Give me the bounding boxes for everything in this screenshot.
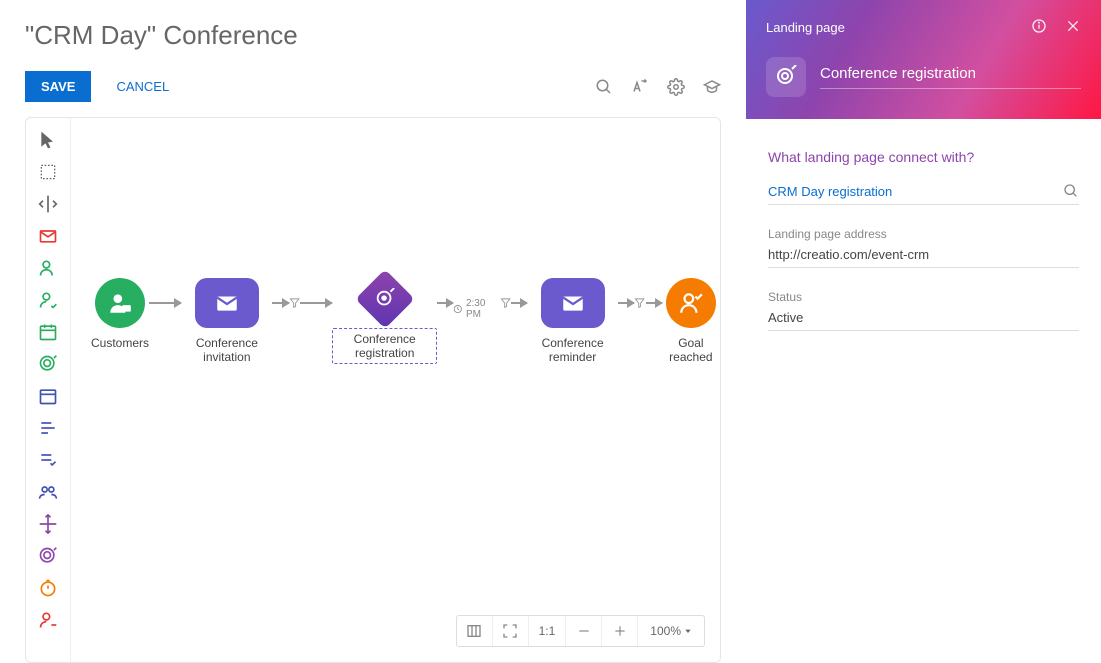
zoom-out-icon[interactable]: [566, 616, 602, 646]
align-tool-icon[interactable]: [38, 194, 58, 214]
node-conference-reminder[interactable]: Conference reminder: [527, 278, 618, 364]
zoom-ratio[interactable]: 1:1: [529, 616, 567, 646]
node-goal-reached[interactable]: Goal reached: [662, 278, 720, 364]
cancel-button[interactable]: CANCEL: [116, 79, 169, 94]
status-value[interactable]: Active: [768, 310, 1079, 325]
columns-view-icon[interactable]: [457, 616, 493, 646]
filter-icon[interactable]: [289, 296, 300, 310]
connector: [149, 302, 181, 304]
connector: [272, 302, 288, 304]
filter-icon[interactable]: [500, 296, 511, 310]
panel-type-label: Landing page: [766, 20, 845, 35]
zoom-in-icon[interactable]: [602, 616, 638, 646]
connector: [300, 302, 332, 304]
move-tool-icon[interactable]: [38, 514, 58, 534]
node-label-selected[interactable]: Conference registration: [332, 328, 437, 364]
timer-tool-icon[interactable]: [38, 578, 58, 598]
zoom-value[interactable]: 100%: [638, 624, 704, 638]
address-value[interactable]: http://creatio.com/event-crm: [768, 247, 1079, 262]
status-label: Status: [768, 290, 1079, 304]
landing-page-lookup[interactable]: CRM Day registration: [768, 184, 1063, 199]
panel-question: What landing page connect with?: [768, 149, 1079, 165]
checklist-tool-icon[interactable]: [38, 450, 58, 470]
campaign-canvas[interactable]: Customers Conference invitation: [71, 118, 720, 662]
entity-target-icon: [766, 57, 806, 97]
save-button[interactable]: SAVE: [25, 71, 91, 102]
node-label: Conference reminder: [527, 336, 618, 364]
page-title: "CRM Day" Conference: [25, 20, 721, 51]
search-icon[interactable]: [595, 78, 613, 96]
action-bar: SAVE CANCEL: [25, 71, 721, 102]
zoom-controls: 1:1 100%: [456, 615, 705, 647]
academy-icon[interactable]: [703, 78, 721, 96]
fit-screen-icon[interactable]: [493, 616, 529, 646]
node-customers[interactable]: Customers: [91, 278, 149, 350]
connector: [618, 302, 634, 304]
info-icon[interactable]: [1031, 18, 1047, 37]
target-tool-icon[interactable]: [38, 354, 58, 374]
entity-title[interactable]: Conference registration: [820, 65, 1081, 89]
connector: [437, 302, 453, 304]
node-label: Conference invitation: [181, 336, 272, 364]
settings-gear-icon[interactable]: [667, 78, 685, 96]
node-label: Goal reached: [662, 336, 720, 364]
close-icon[interactable]: [1065, 18, 1081, 37]
node-conference-registration[interactable]: Conference registration: [332, 278, 437, 364]
connector: [511, 302, 527, 304]
user-check-tool-icon[interactable]: [38, 290, 58, 310]
chevron-down-icon: [684, 627, 692, 635]
time-badge: 2:30 PM: [453, 298, 495, 320]
pointer-tool-icon[interactable]: [38, 130, 58, 150]
add-user-tool-icon[interactable]: [38, 258, 58, 278]
address-label: Landing page address: [768, 227, 1079, 241]
audience-tool-icon[interactable]: [38, 482, 58, 502]
goal-tool-icon[interactable]: [38, 546, 58, 566]
properties-panel: Landing page Conference registration Wha…: [746, 0, 1101, 663]
node-conference-invitation[interactable]: Conference invitation: [181, 278, 272, 364]
remove-user-tool-icon[interactable]: [38, 610, 58, 630]
text-size-icon[interactable]: [631, 78, 649, 96]
lasso-tool-icon[interactable]: [38, 162, 58, 182]
filter-icon[interactable]: [634, 296, 645, 310]
connector: [646, 302, 662, 304]
date-tool-icon[interactable]: [38, 386, 58, 406]
lookup-search-icon[interactable]: [1063, 183, 1079, 199]
list-tool-icon[interactable]: [38, 418, 58, 438]
node-label: Customers: [91, 336, 149, 350]
calendar-tool-icon[interactable]: [38, 322, 58, 342]
time-value: 2:30 PM: [466, 298, 496, 320]
email-tool-icon[interactable]: [38, 226, 58, 246]
toolbar: [26, 118, 71, 662]
